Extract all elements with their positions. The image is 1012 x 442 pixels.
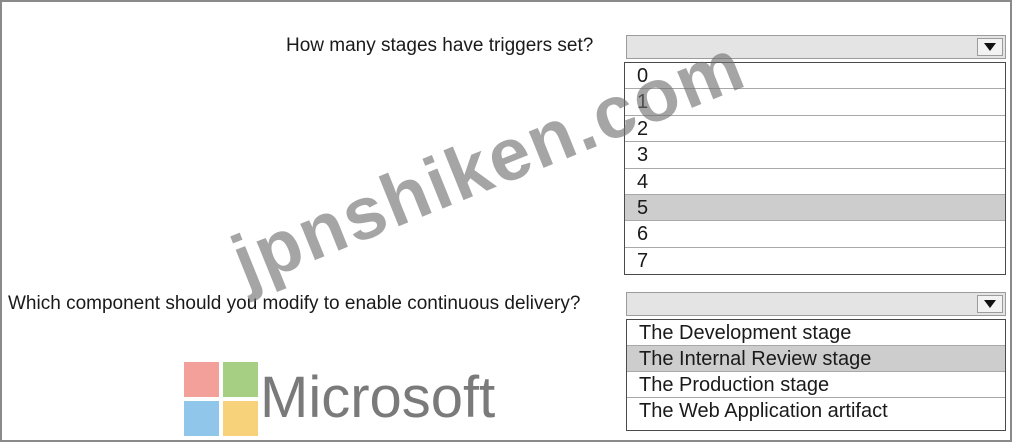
logo-square-blue xyxy=(184,401,219,436)
question-2-dropdown[interactable] xyxy=(626,292,1006,316)
option-production-stage[interactable]: The Production stage xyxy=(627,372,1005,398)
option-web-application-artifact[interactable]: The Web Application artifact xyxy=(627,398,1005,424)
microsoft-logo-text: Microsoft xyxy=(260,365,496,430)
option-5[interactable]: 5 xyxy=(625,194,1005,222)
option-internal-review-stage[interactable]: The Internal Review stage xyxy=(627,346,1005,372)
microsoft-logo-icon xyxy=(184,362,258,441)
question-2-label: Which component should you modify to ena… xyxy=(8,293,581,314)
question-2-options-list: The Development stage The Internal Revie… xyxy=(626,319,1006,431)
dropdown-arrow-icon[interactable] xyxy=(977,38,1003,56)
dropdown-arrow-icon[interactable] xyxy=(977,295,1003,313)
logo-square-yellow xyxy=(223,401,258,436)
logo-square-green xyxy=(223,362,258,397)
option-development-stage[interactable]: The Development stage xyxy=(627,320,1005,346)
question-1-label: How many stages have triggers set? xyxy=(286,35,594,56)
option-4[interactable]: 4 xyxy=(625,169,1005,195)
option-3[interactable]: 3 xyxy=(625,142,1005,169)
logo-square-red xyxy=(184,362,219,397)
option-7[interactable]: 7 xyxy=(625,248,1005,274)
option-6[interactable]: 6 xyxy=(625,221,1005,248)
